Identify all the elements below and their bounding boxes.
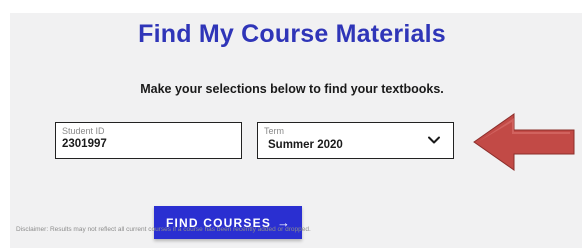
disclaimer-text: Disclaimer: Results may not reflect all … bbox=[16, 226, 311, 233]
page-title: Find My Course Materials bbox=[138, 20, 446, 48]
top-strip bbox=[0, 0, 584, 10]
page-subtitle: Make your selections below to find your … bbox=[140, 82, 444, 96]
arrow-left-icon bbox=[473, 113, 575, 171]
term-select[interactable]: Term Summer 2020 bbox=[257, 122, 454, 159]
student-id-label: Student ID bbox=[62, 126, 105, 136]
term-value[interactable]: Summer 2020 bbox=[268, 139, 343, 151]
chevron-down-icon[interactable] bbox=[427, 133, 441, 147]
term-label: Term bbox=[264, 126, 284, 136]
student-id-value[interactable]: 2301997 bbox=[62, 138, 107, 150]
student-id-field[interactable]: Student ID 2301997 bbox=[55, 122, 242, 159]
find-courses-button[interactable]: FIND COURSES → bbox=[154, 206, 302, 239]
